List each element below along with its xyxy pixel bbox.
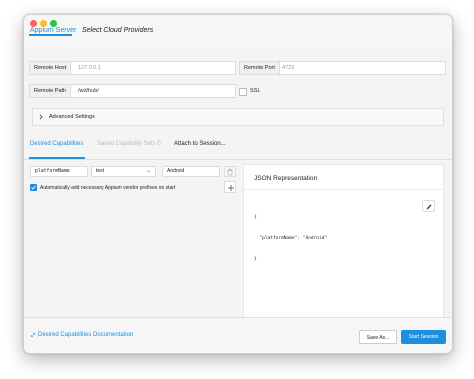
capability-value-text: Android <box>167 168 185 174</box>
remote-port-field[interactable]: Remote Port 4723 <box>239 61 446 75</box>
tab-attach-to-session[interactable]: Attach to Session... <box>174 141 226 147</box>
remote-path-field[interactable]: Remote Path /wd/hub/ <box>29 84 236 98</box>
edit-icon <box>426 204 432 209</box>
json-line-2: "platformName": "Android" <box>254 236 328 241</box>
start-session-button[interactable]: Start Session <box>401 330 446 344</box>
footer-bar: Desired Capabilities Documentation Save … <box>24 317 452 353</box>
json-line-1: { <box>254 215 257 220</box>
save-as-button[interactable]: Save As... <box>359 330 397 344</box>
advanced-settings-toggle[interactable]: Advanced Settings <box>32 108 444 126</box>
remote-path-label: Remote Path <box>30 85 72 97</box>
capability-value-input[interactable]: Android <box>162 166 220 177</box>
title-bar: Appium Server Select Cloud Providers <box>24 15 452 49</box>
close-window-button[interactable] <box>30 20 37 27</box>
server-config-panel: Remote Host 127.0.0.1 Remote Port 4723 R… <box>24 49 452 331</box>
ssl-checkbox[interactable] <box>239 88 247 96</box>
remote-host-label: Remote Host <box>30 62 72 74</box>
capability-type-select[interactable]: text <box>91 166 156 177</box>
json-code: { "platformName": "Android" } <box>254 200 327 277</box>
remote-path-input[interactable]: /wd/hub/ <box>78 85 99 97</box>
caps-divider <box>24 159 452 160</box>
tab-select-cloud-providers[interactable]: Select Cloud Providers <box>82 27 153 34</box>
plus-icon <box>227 184 234 191</box>
appium-window: Appium Server Select Cloud Providers Rem… <box>23 14 453 354</box>
ssl-label: SSL <box>250 88 261 94</box>
advanced-settings-label: Advanced Settings <box>49 114 95 120</box>
capability-name-value: platformName <box>35 169 70 174</box>
json-line-3: } <box>254 257 257 262</box>
remote-host-input[interactable]: 127.0.0.1 <box>78 62 101 74</box>
remote-host-field[interactable]: Remote Host 127.0.0.1 <box>29 61 236 75</box>
tab-saved-capability-sets[interactable]: Saved Capability Sets 0 <box>97 141 161 147</box>
remote-port-label: Remote Port <box>240 62 280 74</box>
edit-json-button[interactable] <box>422 200 435 212</box>
active-tab-indicator <box>29 34 72 36</box>
auto-prefix-checkbox[interactable] <box>30 184 37 191</box>
json-representation-panel: JSON Representation { "platformName": "A… <box>243 164 444 331</box>
capabilities-docs-link[interactable]: Desired Capabilities Documentation <box>38 332 133 338</box>
tab-appium-server[interactable]: Appium Server <box>30 27 76 34</box>
delete-capability-button[interactable] <box>224 166 236 177</box>
minimize-window-button[interactable] <box>40 20 47 27</box>
remote-port-input[interactable]: 4723 <box>282 62 294 74</box>
capability-name-input[interactable]: platformName <box>30 166 88 177</box>
json-title: JSON Representation <box>254 175 318 182</box>
checkmark-icon <box>31 185 36 190</box>
chevron-down-icon <box>146 170 151 173</box>
chevron-right-icon <box>39 114 43 120</box>
link-icon <box>30 332 36 338</box>
trash-icon <box>227 168 233 175</box>
auto-prefix-label: Automatically add necessary Appium vendo… <box>40 185 176 191</box>
tab-desired-capabilities[interactable]: Desired Capabilities <box>30 141 83 147</box>
capability-type-value: text <box>96 168 105 174</box>
add-capability-button[interactable] <box>224 181 236 193</box>
zoom-window-button[interactable] <box>50 20 57 27</box>
json-divider <box>244 189 443 190</box>
